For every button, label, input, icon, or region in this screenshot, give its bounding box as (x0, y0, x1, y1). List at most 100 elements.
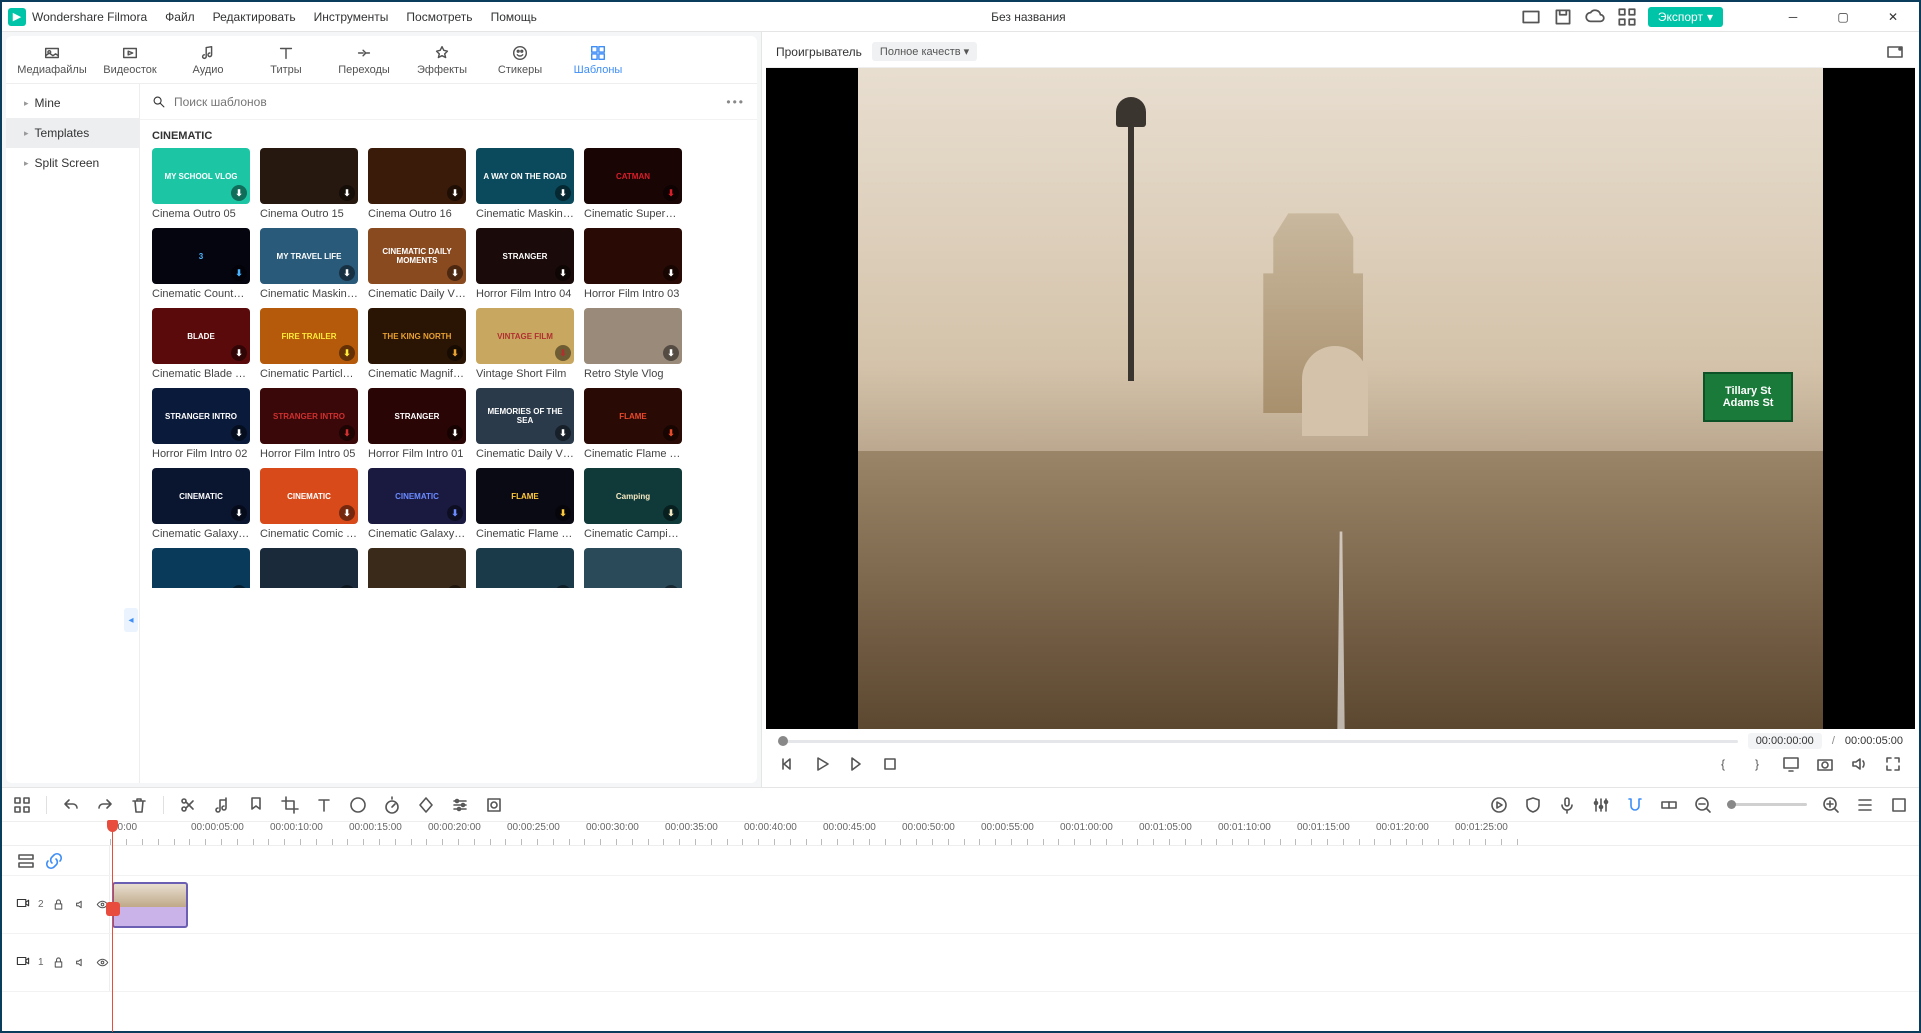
maximize-button[interactable]: ▢ (1823, 3, 1863, 31)
download-icon[interactable]: ⬇ (555, 185, 571, 201)
template-card[interactable]: STRANGER⬇Horror Film Intro 04 (476, 228, 574, 300)
search-input[interactable] (174, 95, 718, 109)
download-icon[interactable]: ⬇ (447, 185, 463, 201)
tab-stock[interactable]: Видеосток (94, 38, 166, 82)
speed-button[interactable] (382, 795, 402, 815)
mic-icon[interactable] (1557, 795, 1577, 815)
minimize-button[interactable]: ─ (1773, 3, 1813, 31)
magnet-icon[interactable] (1625, 795, 1645, 815)
template-card[interactable]: CINEMATIC DAILY MOMENTS⬇Cinematic Daily … (368, 228, 466, 300)
cloud-icon[interactable] (1584, 6, 1606, 28)
template-card[interactable]: ⬇ (152, 548, 250, 588)
template-card[interactable]: THE KING NORTH⬇Cinematic Magnificen... (368, 308, 466, 380)
download-icon[interactable]: ⬇ (447, 265, 463, 281)
download-icon[interactable]: ⬇ (231, 345, 247, 361)
download-icon[interactable]: ⬇ (447, 585, 463, 588)
scrub-bar[interactable] (778, 740, 1738, 743)
link-icon[interactable] (44, 851, 64, 871)
download-icon[interactable]: ⬇ (339, 345, 355, 361)
snapshot-settings-icon[interactable] (1885, 42, 1905, 62)
quality-selector[interactable]: Полное качеств▾ (872, 42, 977, 61)
download-icon[interactable]: ⬇ (339, 585, 355, 588)
zoom-in-button[interactable] (1821, 795, 1841, 815)
template-card[interactable]: BLADE⬇Cinematic Blade Trailer (152, 308, 250, 380)
visibility-icon[interactable] (95, 953, 109, 973)
tab-transitions[interactable]: Переходы (328, 38, 400, 82)
template-card[interactable]: ⬇ (584, 548, 682, 588)
download-icon[interactable]: ⬇ (447, 505, 463, 521)
play-button[interactable] (812, 754, 832, 774)
tab-audio[interactable]: Аудио (172, 38, 244, 82)
fullscreen-icon[interactable] (1883, 754, 1903, 774)
menu-help[interactable]: Помощь (491, 10, 537, 24)
template-card[interactable]: CATMAN⬇Cinematic Superhero ... (584, 148, 682, 220)
stop-button[interactable] (880, 754, 900, 774)
tab-stickers[interactable]: Стикеры (484, 38, 556, 82)
prev-frame-button[interactable] (778, 754, 798, 774)
playhead[interactable] (112, 822, 113, 1032)
collapse-sidebar-button[interactable]: ◂ (124, 608, 138, 632)
redo-button[interactable] (95, 795, 115, 815)
template-card[interactable]: MEMORIES OF THE SEA⬇Cinematic Daily Vlog… (476, 388, 574, 460)
split-button[interactable] (178, 795, 198, 815)
lock-icon[interactable] (52, 895, 66, 915)
apps-icon[interactable] (1616, 6, 1638, 28)
download-icon[interactable]: ⬇ (231, 185, 247, 201)
audio-detach-icon[interactable] (212, 795, 232, 815)
download-icon[interactable]: ⬇ (663, 185, 679, 201)
lock-icon[interactable] (52, 953, 66, 973)
crop-button[interactable] (280, 795, 300, 815)
tab-titles[interactable]: Титры (250, 38, 322, 82)
play-forward-button[interactable] (846, 754, 866, 774)
shield-icon[interactable] (1523, 795, 1543, 815)
keyframe-button[interactable] (416, 795, 436, 815)
template-card[interactable]: CINEMATIC⬇Cinematic Comic Trailer (260, 468, 358, 540)
display-icon[interactable] (1781, 754, 1801, 774)
zoom-slider[interactable] (1727, 803, 1807, 806)
marker-icon[interactable] (246, 795, 266, 815)
menu-edit[interactable]: Редактировать (213, 10, 296, 24)
tab-templates[interactable]: Шаблоны (562, 38, 634, 82)
template-card[interactable]: STRANGER INTRO⬇Horror Film Intro 05 (260, 388, 358, 460)
template-card[interactable]: ⬇Cinema Outro 15 (260, 148, 358, 220)
layout-icon[interactable] (1520, 6, 1542, 28)
link-toggle-icon[interactable] (1659, 795, 1679, 815)
tab-effects[interactable]: Эффекты (406, 38, 478, 82)
download-icon[interactable]: ⬇ (447, 425, 463, 441)
template-card[interactable]: STRANGER INTRO⬇Horror Film Intro 02 (152, 388, 250, 460)
scrub-handle[interactable] (778, 736, 788, 746)
template-card[interactable]: ⬇ (368, 548, 466, 588)
marker-badge[interactable] (106, 902, 120, 916)
template-card[interactable]: FIRE TRAILER⬇Cinematic Particle Trai... (260, 308, 358, 380)
tab-media[interactable]: Медиафайлы (16, 38, 88, 82)
template-card[interactable]: MY SCHOOL VLOG⬇Cinema Outro 05 (152, 148, 250, 220)
download-icon[interactable]: ⬇ (339, 265, 355, 281)
sidebar-item-splitscreen[interactable]: ▸Split Screen (6, 148, 139, 178)
greenscreen-button[interactable] (484, 795, 504, 815)
download-icon[interactable]: ⬇ (231, 265, 247, 281)
track-manager-icon[interactable] (16, 851, 36, 871)
template-card[interactable]: FLAME⬇Cinematic Flame Trail... (584, 388, 682, 460)
close-button[interactable]: ✕ (1873, 3, 1913, 31)
download-icon[interactable]: ⬇ (339, 425, 355, 441)
delete-button[interactable] (129, 795, 149, 815)
more-options-button[interactable]: ••• (726, 95, 745, 109)
mark-out-icon[interactable]: } (1747, 754, 1767, 774)
template-card[interactable]: ⬇ (476, 548, 574, 588)
export-button[interactable]: Экспорт▾ (1648, 7, 1723, 27)
download-icon[interactable]: ⬇ (555, 265, 571, 281)
download-icon[interactable]: ⬇ (339, 505, 355, 521)
download-icon[interactable]: ⬇ (447, 345, 463, 361)
timeline-clip[interactable] (112, 882, 188, 928)
download-icon[interactable]: ⬇ (555, 585, 571, 588)
download-icon[interactable]: ⬇ (555, 425, 571, 441)
download-icon[interactable]: ⬇ (555, 505, 571, 521)
download-icon[interactable]: ⬇ (663, 585, 679, 588)
timeline-settings-icon[interactable] (1889, 795, 1909, 815)
sidebar-item-mine[interactable]: ▸Mine (6, 88, 139, 118)
menu-file[interactable]: Файл (165, 10, 195, 24)
template-card[interactable]: ⬇Cinema Outro 16 (368, 148, 466, 220)
download-icon[interactable]: ⬇ (339, 185, 355, 201)
template-card[interactable]: MY TRAVEL LIFE⬇Cinematic Masking Vl... (260, 228, 358, 300)
template-card[interactable]: VINTAGE FILM⬇Vintage Short Film (476, 308, 574, 380)
